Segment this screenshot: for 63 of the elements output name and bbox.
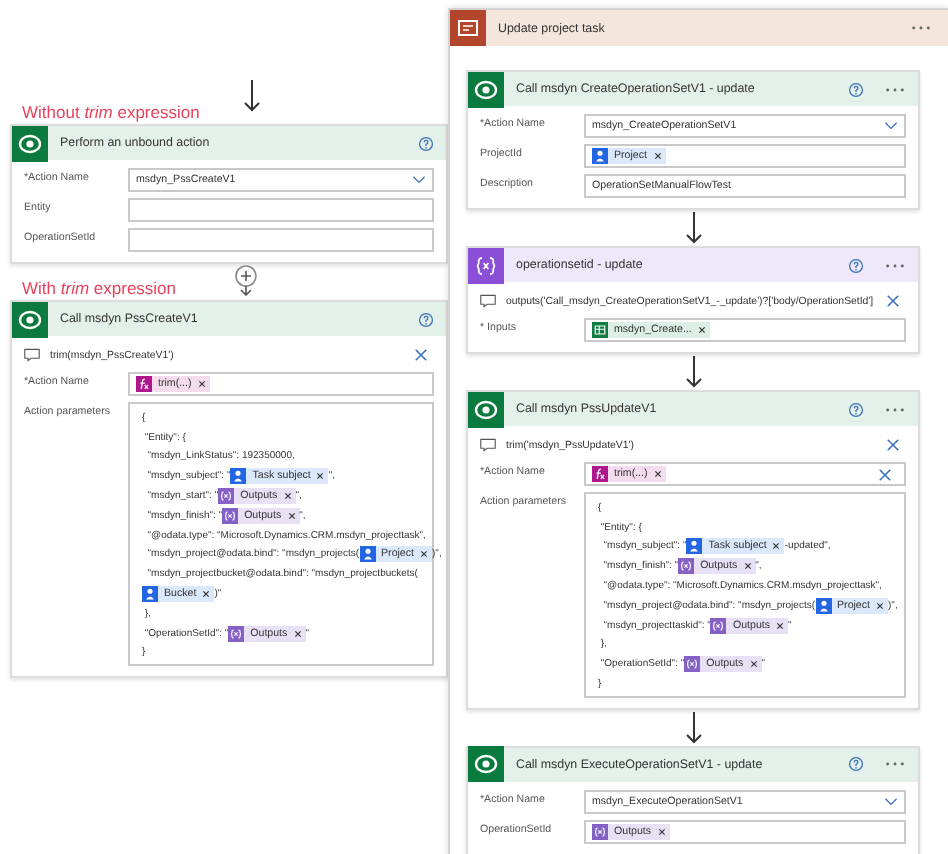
variable-icon [218, 488, 235, 505]
input-field[interactable] [128, 198, 434, 222]
help-icon[interactable] [848, 257, 864, 273]
chevron-icon [884, 797, 898, 806]
caption-text: With trim expression [20, 278, 177, 300]
more-icon[interactable] [884, 405, 906, 413]
close-icon[interactable] [414, 348, 428, 362]
help-icon[interactable] [848, 81, 864, 97]
down-arrow-icon [683, 356, 703, 388]
remove-icon[interactable] [697, 326, 706, 334]
remove-icon[interactable] [772, 542, 781, 551]
help-icon[interactable] [848, 401, 864, 417]
remove-icon[interactable] [316, 472, 325, 481]
person-icon [142, 586, 158, 603]
help-icon[interactable] [418, 311, 434, 327]
close-icon[interactable] [886, 438, 900, 452]
person-icon [686, 538, 703, 555]
remove-icon[interactable] [287, 511, 296, 520]
table-icon [592, 322, 608, 338]
variable-icon [678, 558, 695, 575]
variable-icon [592, 823, 608, 840]
variable-icon [228, 625, 245, 642]
remove-icon[interactable] [197, 380, 206, 388]
person-icon [815, 597, 832, 614]
person-icon [230, 468, 247, 485]
close-icon[interactable] [886, 294, 900, 308]
remove-icon[interactable] [749, 660, 758, 669]
remove-icon[interactable] [653, 470, 662, 478]
person-icon [592, 148, 608, 164]
more-icon[interactable] [910, 24, 932, 32]
variable-icon [710, 617, 727, 634]
remove-icon[interactable] [420, 550, 429, 559]
caption-text: Without trim expression [20, 102, 200, 124]
remove-icon[interactable] [653, 152, 661, 160]
remove-icon[interactable] [657, 827, 666, 836]
close-icon[interactable] [878, 467, 892, 481]
remove-icon[interactable] [776, 621, 785, 630]
help-icon[interactable] [418, 135, 434, 151]
code-editor[interactable] [584, 492, 906, 698]
remove-icon[interactable] [293, 629, 302, 638]
chevron-icon [884, 122, 898, 130]
comment-icon [480, 438, 496, 452]
help-icon[interactable] [848, 756, 864, 773]
function-icon [592, 466, 608, 482]
more-icon[interactable] [884, 261, 906, 269]
down-arrow-icon [683, 711, 703, 744]
down-arrow-icon [683, 212, 703, 244]
variable-icon [684, 656, 701, 673]
remove-icon[interactable] [876, 601, 885, 610]
remove-icon[interactable] [743, 562, 752, 571]
down-arrow-icon [242, 80, 262, 112]
function-icon [136, 376, 152, 392]
add-step-icon[interactable] [234, 264, 258, 296]
remove-icon[interactable] [283, 492, 292, 501]
more-icon[interactable] [884, 760, 906, 769]
remove-icon[interactable] [202, 590, 211, 599]
input-field[interactable] [128, 228, 434, 252]
person-icon [359, 546, 376, 563]
comment-icon [24, 348, 40, 362]
chevron-icon [412, 176, 426, 184]
variable-icon [222, 507, 239, 524]
comment-icon [480, 294, 496, 308]
more-icon[interactable] [884, 85, 906, 93]
